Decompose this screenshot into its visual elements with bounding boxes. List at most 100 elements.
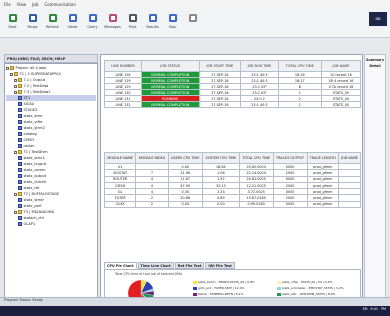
jobs-column-header[interactable]: TOTAL CPU TIME xyxy=(277,60,322,72)
pause-icon xyxy=(27,12,38,23)
toolbar-button-label: Pause xyxy=(27,25,38,29)
toolbar-button-start[interactable]: Start xyxy=(4,12,21,29)
legend-item: statx_batch - TENKTI.STATS_00 | 6.8% xyxy=(193,280,277,284)
expand-toggle-icon[interactable] xyxy=(14,192,17,196)
legend-swatch xyxy=(277,280,281,284)
expand-toggle-icon[interactable] xyxy=(10,72,13,76)
chart-tab[interactable]: IWI File Test xyxy=(205,262,235,269)
tray-item[interactable]: PM xyxy=(381,307,386,311)
status-bar: Program Status: Ready EN 9:41 PM xyxy=(0,298,390,316)
views-icon xyxy=(67,12,78,23)
job-icon xyxy=(18,186,22,190)
legend-label: fabrie - SHIPPING-RETN | 5.1% xyxy=(198,292,244,296)
toolbar-button-label: Results xyxy=(146,25,159,29)
legend-swatch xyxy=(193,292,197,296)
toolbar-button-exit[interactable] xyxy=(184,12,201,25)
toolbar-button-label: Print xyxy=(128,25,137,29)
panel-tab-strip[interactable]: PROJ JOBS| FILE| SRCH| HELP xyxy=(4,54,98,63)
toolbar-button-results[interactable]: Results xyxy=(144,12,161,29)
job-icon xyxy=(18,174,22,178)
legend-label: statx_srmmeter - EMCSTAT_STATS | 3.2% xyxy=(282,286,344,290)
stop-icon xyxy=(167,12,178,23)
menu-bar: File View Job Communication xyxy=(0,0,390,8)
expand-toggle-icon[interactable] xyxy=(14,84,17,88)
job-icon xyxy=(18,216,22,220)
stats-column-header[interactable]: TRACES OUTPUT xyxy=(272,152,308,164)
stats-column-header[interactable]: USERS CPU TIME xyxy=(167,152,203,164)
legend-item: statx_srmmeter - EMCSTAT_STATS | 3.2% xyxy=(277,286,361,290)
tray-item[interactable]: EN xyxy=(363,307,368,311)
chart-tab[interactable]: CPU Pie Chart xyxy=(104,262,137,269)
stats-column-header[interactable]: SYSTEM CPU TIME xyxy=(201,152,240,164)
job-tree[interactable]: Project: all 4 jobs T1 | 1-SUPERDATAPROJ 7… xyxy=(4,63,98,310)
summary-tab[interactable]: Summary xyxy=(365,55,385,62)
table-cell: 27-SEP-16 xyxy=(198,101,242,108)
expand-toggle-icon[interactable] xyxy=(6,66,9,70)
bottom-strip xyxy=(0,297,390,306)
module-stats-table: MODULE NAME MODULE INDEX USERS CPU TIME SYS… xyxy=(103,152,361,209)
jobs-column-header[interactable]: JOB STATUS xyxy=(141,60,200,72)
menu-item-file[interactable]: File xyxy=(4,2,11,7)
table-row[interactable]: LINE 132 NORMAL COMPLETION 27-SEP-16 23:1 4… xyxy=(104,101,362,108)
stats-column-header[interactable]: TOTAL CPU TIME xyxy=(238,152,274,164)
table-row[interactable]: GLAY 2 0.04 0.00 0.90.0180 0000 prod_gfmm xyxy=(103,200,361,209)
job-icon xyxy=(18,156,22,160)
chart-tab[interactable]: Time Line Chart xyxy=(137,262,174,269)
jobs-column-header[interactable]: JOB NAME xyxy=(320,60,362,72)
right-panel: Summary Detail xyxy=(364,54,386,310)
toolbar-button-stop[interactable]: Stop xyxy=(164,12,181,29)
toolbar-button-views[interactable]: Views xyxy=(64,12,81,29)
job-icon xyxy=(18,114,22,118)
results-icon xyxy=(147,12,158,23)
legend-swatch xyxy=(277,286,281,290)
toolbar-button-query[interactable]: Query xyxy=(84,12,101,29)
stats-column-header[interactable]: MODULE NAME xyxy=(103,152,137,164)
expand-toggle-icon[interactable] xyxy=(14,78,17,82)
jobs-column-header[interactable]: JOB START TIME xyxy=(198,60,242,72)
menu-item-job[interactable]: Job xyxy=(32,2,38,7)
chart-tab[interactable]: Ret File Test xyxy=(174,262,205,269)
table-cell: prod_gfmm xyxy=(306,200,340,209)
job-icon xyxy=(18,180,22,184)
expand-toggle-icon[interactable] xyxy=(14,150,17,154)
stats-column-header[interactable]: TRACE LENGTH xyxy=(306,152,340,164)
legend-swatch xyxy=(193,286,197,290)
expand-toggle-icon[interactable] xyxy=(14,90,17,94)
stats-column-header[interactable]: MODULE INDEX xyxy=(135,152,169,164)
table-cell: 0.90.0180 xyxy=(238,200,274,209)
start-icon xyxy=(7,12,18,23)
job-icon xyxy=(18,168,22,172)
messages-icon xyxy=(107,12,118,23)
tray-item[interactable]: 9:41 xyxy=(370,307,378,311)
jobs-column-header[interactable]: LINE NUMBER xyxy=(104,60,142,72)
detail-tab[interactable]: Detail xyxy=(365,62,385,68)
toolbar-button-print[interactable]: Print xyxy=(124,12,141,29)
main-panel: LINE NUMBER JOB STATUS JOB START TIME JOB R… xyxy=(100,54,363,310)
tree-node[interactable]: OLAP1 xyxy=(6,221,96,227)
legend-label: statx_vrfie - STATS_00 | 50 | 0.4% xyxy=(282,280,333,284)
legend-swatch xyxy=(277,292,281,296)
toolbar-button-label: Messages xyxy=(104,25,121,29)
job-icon xyxy=(18,120,22,124)
job-icon xyxy=(18,96,22,100)
toolbar-button-refresh[interactable]: Refresh xyxy=(44,12,61,29)
folder-icon xyxy=(18,90,22,94)
toolbar-button-label: Stop xyxy=(168,25,177,29)
toolbar-button-pause[interactable]: Pause xyxy=(24,12,41,29)
folder-icon xyxy=(18,78,22,82)
expand-toggle-icon[interactable] xyxy=(14,210,17,214)
folder-icon xyxy=(10,66,14,70)
exit-icon xyxy=(187,12,198,23)
toolbar-button-messages[interactable]: Messages xyxy=(104,12,121,29)
table-cell: LINE 132 xyxy=(104,101,142,108)
menu-item-communication[interactable]: Communication xyxy=(44,2,76,7)
jobs-column-header[interactable]: JOB RUN TIME xyxy=(240,60,279,72)
menu-item-view[interactable]: View xyxy=(17,2,27,7)
job-icon xyxy=(18,162,22,166)
legend-item: fabrie - SHIPPING-RETN | 5.1% xyxy=(193,292,277,296)
toolbar-button-label: Start xyxy=(8,25,17,29)
table-cell: 23:1 40:3 xyxy=(240,101,279,108)
legend-label: statx_batch - TENKTI.STATS_00 | 6.8% xyxy=(198,280,255,284)
stats-column-header[interactable]: JOB NAME xyxy=(338,152,361,164)
print-icon xyxy=(127,12,138,23)
